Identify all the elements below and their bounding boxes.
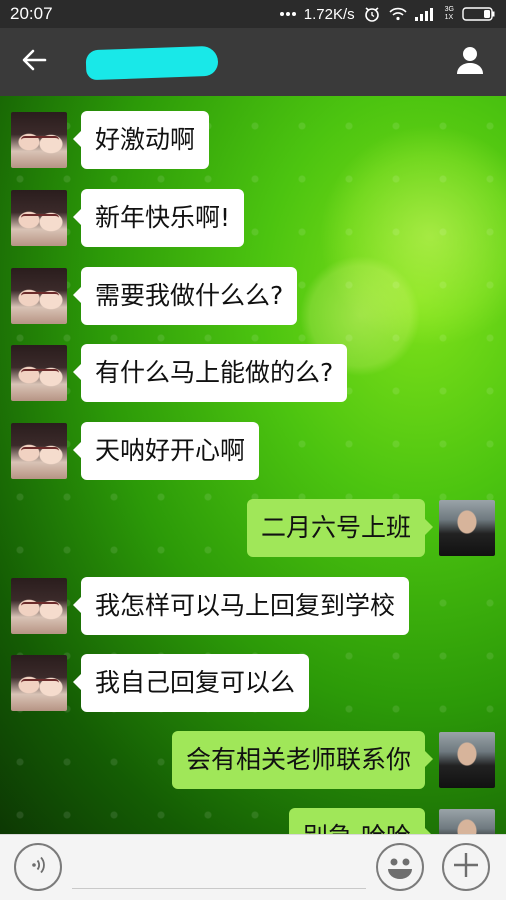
alarm-icon <box>363 5 381 23</box>
message-row-incoming: 我怎样可以马上回复到学校 <box>11 577 410 635</box>
message-row-incoming: 需要我做什么么? <box>11 267 298 325</box>
wifi-icon <box>389 7 407 21</box>
status-icons: 1.72K/s 3G 1X <box>279 5 496 23</box>
message-bubble[interactable]: 二月六号上班 <box>246 499 434 557</box>
chat-header <box>0 28 506 96</box>
signal-network-label: 3G 1X <box>445 6 454 22</box>
message-bubble[interactable]: 有什么马上能做的么? <box>72 344 348 402</box>
input-bar <box>0 834 506 900</box>
message-bubble[interactable]: 会有相关老师联系你 <box>171 731 434 789</box>
contact-avatar[interactable] <box>11 423 67 479</box>
signal-icon <box>414 7 437 21</box>
message-bubble[interactable]: 天呐好开心啊 <box>72 422 260 480</box>
message-row-incoming: 好激动啊 <box>11 111 210 169</box>
message-bubble[interactable]: 需要我做什么么? <box>72 267 298 325</box>
message-bubble[interactable]: 新年快乐啊! <box>72 189 245 247</box>
contact-avatar[interactable] <box>11 655 67 711</box>
contact-profile-button[interactable] <box>450 42 490 82</box>
more-dots-icon <box>279 11 296 17</box>
message-bubble[interactable]: 好激动啊 <box>72 111 210 169</box>
signal-label-top: 3G <box>444 6 454 13</box>
self-avatar[interactable] <box>439 500 495 556</box>
chat-title <box>86 48 218 78</box>
message-row-outgoing: 别急 哈哈 <box>289 808 495 834</box>
message-bubble[interactable]: 我怎样可以马上回复到学校 <box>72 577 410 635</box>
emoji-icon <box>378 845 422 889</box>
message-row-incoming: 有什么马上能做的么? <box>11 344 348 402</box>
message-bubble[interactable]: 我自己回复可以么 <box>72 654 310 712</box>
contact-avatar[interactable] <box>11 578 67 634</box>
back-arrow-icon <box>21 48 47 76</box>
back-button[interactable] <box>14 42 54 82</box>
message-row-outgoing: 二月六号上班 <box>246 499 495 557</box>
message-input[interactable] <box>72 845 366 889</box>
status-bar: 20:07 1.72K/s 3G 1X <box>0 0 506 28</box>
message-row-outgoing: 会有相关老师联系你 <box>171 731 495 789</box>
message-row-incoming: 我自己回复可以么 <box>11 654 310 712</box>
contact-avatar[interactable] <box>11 190 67 246</box>
message-bubble[interactable]: 别急 哈哈 <box>289 808 433 834</box>
plus-icon <box>452 851 480 883</box>
network-speed: 1.72K/s <box>303 5 355 23</box>
self-avatar[interactable] <box>439 732 495 788</box>
self-avatar[interactable] <box>439 809 495 834</box>
signal-label-bottom: 1X <box>444 14 454 21</box>
contact-avatar[interactable] <box>11 268 67 324</box>
person-icon <box>455 45 485 79</box>
chat-area[interactable]: 好激动啊 新年快乐啊! 需要我做什么么? 有什么马上能做的么? 天呐好开心啊 二… <box>0 96 506 834</box>
emoji-button[interactable] <box>376 843 424 891</box>
contact-avatar[interactable] <box>11 345 67 401</box>
status-time: 20:07 <box>10 4 53 23</box>
message-row-incoming: 新年快乐啊! <box>11 189 245 247</box>
more-options-button[interactable] <box>442 843 490 891</box>
voice-button[interactable] <box>14 843 62 891</box>
battery-icon <box>462 6 496 22</box>
message-row-incoming: 天呐好开心啊 <box>11 422 260 480</box>
voice-icon <box>27 854 49 880</box>
contact-avatar[interactable] <box>11 112 67 168</box>
